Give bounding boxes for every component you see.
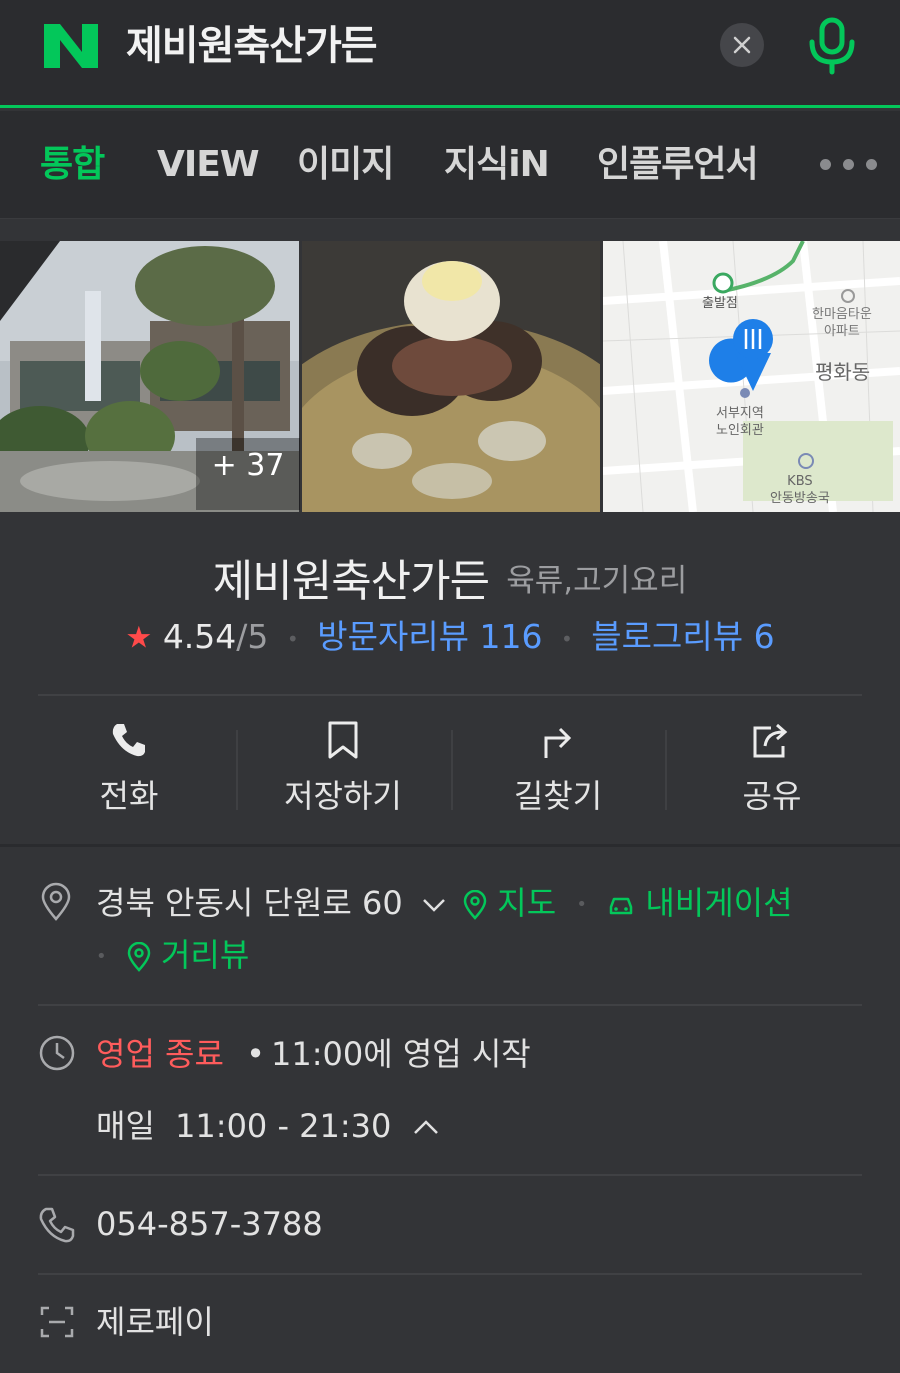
scan-icon: [40, 1306, 74, 1338]
directions-label: 길찾기: [513, 777, 603, 815]
tab-influencer[interactable]: 인플루언서: [597, 142, 759, 188]
directions-icon: [544, 727, 572, 758]
rating-value: 4.54: [162, 617, 237, 656]
rating-row: ★ 4.54/5 • 방문자리뷰 116 • 블로그리뷰 6: [0, 612, 900, 662]
separator-dot: •: [561, 626, 573, 651]
photo-strip: [0, 241, 900, 512]
save-button[interactable]: 저장하기: [236, 697, 450, 842]
directions-button[interactable]: 길찾기: [451, 697, 665, 842]
more-icon[interactable]: [818, 157, 880, 171]
clear-button[interactable]: [720, 23, 764, 67]
separator-dot: •: [576, 894, 587, 915]
map-label-senior-center: 서부지역 노인회관: [716, 406, 764, 438]
divider: [38, 1004, 862, 1006]
separator-dot: •: [286, 626, 299, 651]
share-label: 공유: [742, 777, 802, 815]
hours-detail-row[interactable]: 매일 11:00 - 21:30: [96, 1102, 440, 1150]
tab-image[interactable]: 이미지: [297, 142, 394, 188]
street-view-link[interactable]: 거리뷰: [161, 936, 249, 974]
visitor-reviews-link[interactable]: 방문자리뷰 116: [317, 617, 542, 656]
phone-number[interactable]: 054-857-3788: [96, 1200, 323, 1248]
chevron-up-icon[interactable]: [412, 1118, 440, 1138]
location-pin-icon: [41, 882, 71, 921]
map-pin-icon: [127, 941, 151, 972]
divider: [38, 694, 862, 696]
phone-outline-icon: [39, 1207, 75, 1243]
search-bar: 제비원축산가든: [0, 0, 900, 108]
call-button[interactable]: 전화: [22, 697, 236, 842]
call-label: 전화: [99, 777, 159, 815]
tab-view[interactable]: VIEW: [157, 142, 260, 188]
hours-range: 11:00 - 21:30: [175, 1107, 392, 1145]
place-header: 제비원축산가든 육류,고기요리: [0, 545, 900, 609]
car-icon: [609, 897, 633, 915]
map-pin-icon: [463, 889, 487, 920]
hours-status-row: 영업 종료 • 11:00에 영업 시작: [96, 1030, 531, 1078]
street-view-row: • 거리뷰: [96, 931, 249, 981]
close-icon: [733, 36, 751, 54]
phone-icon: [112, 724, 145, 757]
section-divider: [0, 844, 900, 847]
divider: [38, 1174, 862, 1176]
photo-more-count[interactable]: + 37: [196, 438, 300, 510]
blog-reviews-link[interactable]: 블로그리뷰 6: [591, 617, 774, 656]
clock-icon: [39, 1035, 75, 1071]
rating-max: /5: [236, 617, 269, 656]
tab-kin[interactable]: 지식iN: [444, 142, 550, 188]
next-open-time: 11:00에 영업 시작: [270, 1035, 531, 1073]
bookmark-icon: [328, 721, 358, 759]
search-input[interactable]: 제비원축산가든: [126, 18, 378, 74]
share-button[interactable]: 공유: [665, 697, 879, 842]
naver-logo[interactable]: [42, 22, 100, 70]
divider: [38, 1273, 862, 1275]
map-label-broadcaster: KBS 안동방송국: [770, 474, 830, 506]
star-icon: ★: [125, 620, 153, 656]
save-label: 저장하기: [284, 777, 402, 815]
map-label-start: 출발점: [702, 296, 738, 311]
microphone-icon[interactable]: [806, 16, 858, 76]
place-name[interactable]: 제비원축산가든: [213, 556, 490, 607]
navigation-link[interactable]: 내비게이션: [645, 884, 792, 922]
food-photo[interactable]: [302, 241, 600, 512]
place-category: 육류,고기요리: [506, 562, 688, 599]
address-row: 경북 안동시 단원로 60 지도 • 내비게이션: [96, 879, 793, 929]
map-label-district: 평화동: [815, 360, 871, 384]
business-status: 영업 종료: [96, 1035, 224, 1073]
separator-dot: •: [246, 1035, 265, 1073]
share-icon: [753, 723, 788, 758]
chevron-down-icon[interactable]: [421, 895, 447, 915]
address-text[interactable]: 경북 안동시 단원로 60: [96, 884, 403, 922]
tab-integrated[interactable]: 통합: [40, 142, 105, 188]
hours-day-label: 매일: [96, 1107, 155, 1145]
search-tabs: 통합 VIEW 이미지 지식iN 인플루언서: [0, 111, 900, 219]
separator-dot: •: [96, 946, 107, 967]
action-bar: 전화 저장하기 길찾기 공유: [0, 697, 900, 842]
map-label-apartment: 한마음타운 아파트: [812, 307, 872, 339]
zeropay-label[interactable]: 제로페이: [96, 1298, 214, 1346]
map-link[interactable]: 지도: [497, 884, 556, 922]
